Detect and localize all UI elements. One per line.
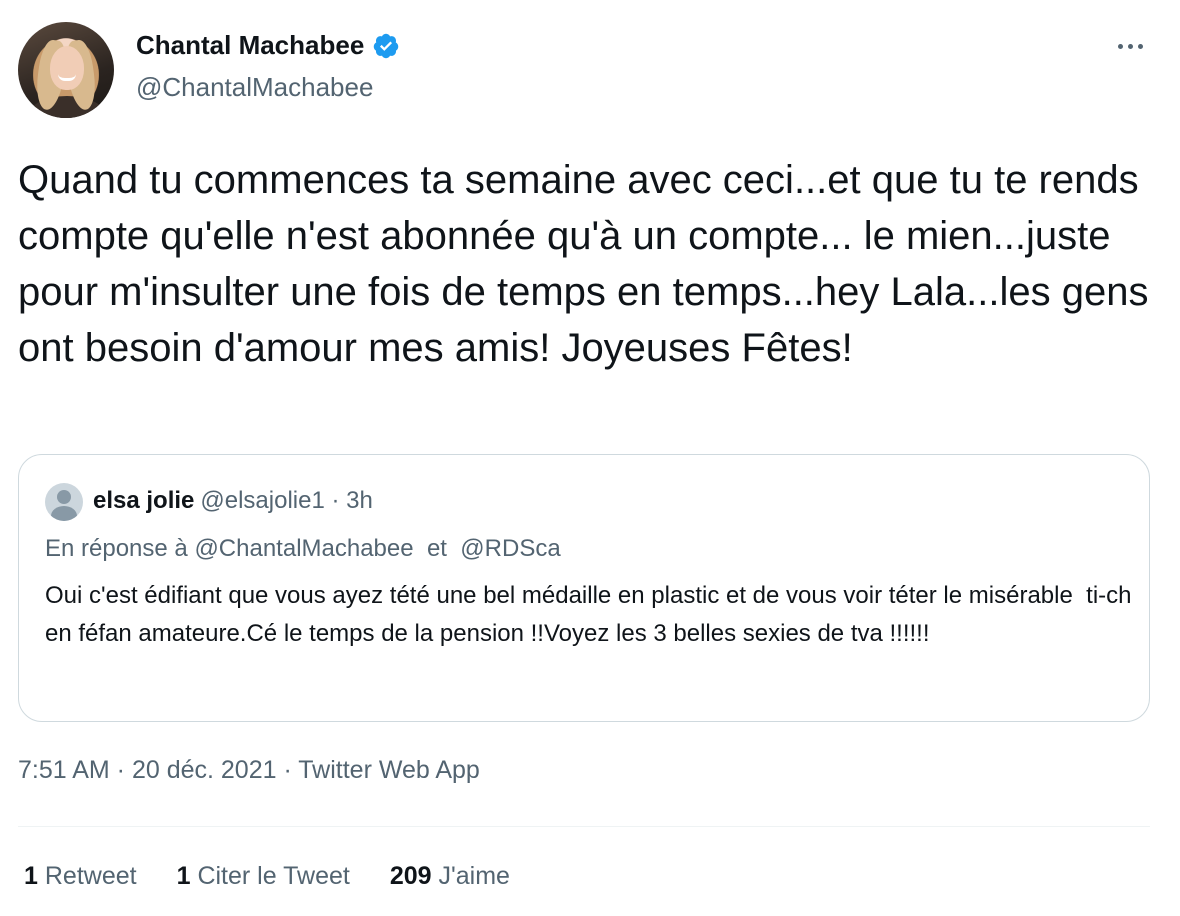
quotes-count: 1 — [176, 862, 191, 890]
author-name-row: Chantal Machabee — [136, 30, 400, 61]
tweet-timestamp[interactable]: 7:51 AM · 20 déc. 2021 · Twitter Web App — [18, 756, 480, 785]
tweet-card: Chantal Machabee @ChantalMachabee Quand … — [0, 0, 1180, 916]
likes-label: J'aime — [438, 862, 510, 890]
avatar-face — [50, 46, 84, 90]
divider — [18, 826, 1150, 827]
verified-badge-icon — [374, 33, 399, 58]
default-avatar-head — [57, 490, 71, 504]
quoted-author-handle-time: @elsajolie1 · 3h — [200, 487, 373, 514]
likes-count: 209 — [389, 862, 432, 890]
dot — [1117, 43, 1123, 49]
quoted-tweet-header: elsa jolie @elsajolie1 · 3h — [93, 487, 373, 515]
dot — [1137, 43, 1143, 49]
quotes-label: Citer le Tweet — [197, 862, 350, 890]
quoted-tweet-text: Oui c'est édifiant que vous ayez tété un… — [45, 582, 1139, 647]
tweet-text: Quand tu commences ta semaine avec ceci.… — [18, 158, 1160, 370]
likes-stat[interactable]: 209 J'aime — [390, 862, 510, 891]
quoted-tweet[interactable]: elsa jolie @elsajolie1 · 3h En réponse à … — [18, 454, 1150, 722]
author-avatar[interactable] — [18, 22, 114, 118]
default-avatar-body — [51, 506, 77, 521]
engagement-stats: 1 Retweet 1 Citer le Tweet 209 J'aime — [24, 862, 510, 891]
quoted-author-name[interactable]: elsa jolie — [93, 487, 194, 514]
author-handle[interactable]: @ChantalMachabee — [136, 72, 373, 103]
retweets-label: Retweet — [44, 862, 137, 890]
quoted-author-avatar[interactable] — [45, 483, 83, 521]
author-display-name[interactable]: Chantal Machabee — [136, 30, 364, 61]
more-options-icon[interactable] — [1110, 30, 1150, 62]
reply-context: En réponse à @ChantalMachabee et @RDSca — [45, 535, 561, 562]
quotes-stat[interactable]: 1 Citer le Tweet — [177, 862, 350, 891]
retweets-count: 1 — [24, 862, 38, 890]
retweets-stat[interactable]: 1 Retweet — [24, 862, 137, 891]
dot — [1127, 43, 1133, 49]
